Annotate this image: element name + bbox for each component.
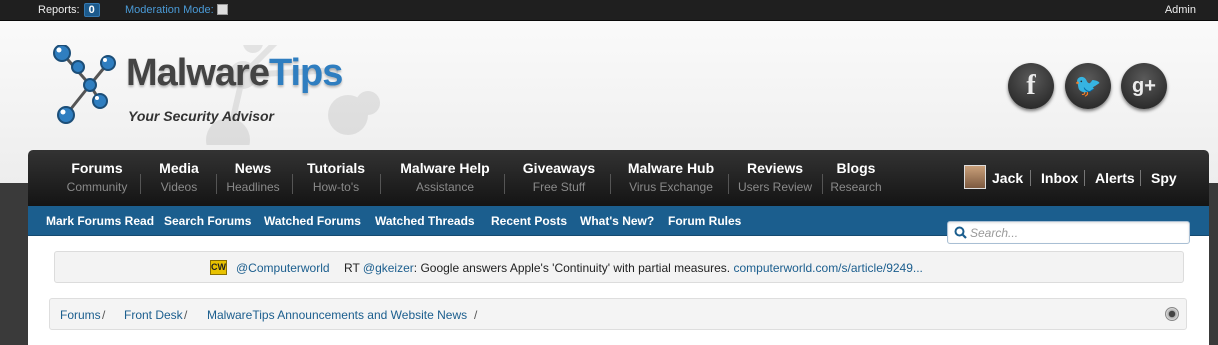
twitter-icon[interactable]: 🐦 bbox=[1065, 63, 1111, 109]
tab-title: Forums bbox=[71, 160, 123, 176]
tab-title: Media bbox=[159, 160, 199, 176]
breadcrumb-separator: / bbox=[474, 308, 478, 322]
tab-divider bbox=[822, 174, 823, 194]
tab-subtitle: Videos bbox=[160, 180, 198, 194]
breadcrumb-announcements[interactable]: MalwareTips Announcements and Website Ne… bbox=[207, 308, 467, 322]
site-logo[interactable]: MalwareTips Your Security Advisor bbox=[48, 45, 388, 145]
user-links-divider bbox=[1140, 170, 1141, 186]
tab-blogs[interactable]: Blogs Research bbox=[828, 158, 884, 198]
tab-title: Reviews bbox=[746, 160, 804, 176]
admin-link[interactable]: Admin bbox=[1165, 3, 1196, 17]
tab-title: News bbox=[234, 160, 272, 176]
logo-word-main: Malware bbox=[126, 52, 270, 94]
reports-link[interactable]: Reports: 0 bbox=[38, 3, 100, 17]
spy-link[interactable]: Spy bbox=[1151, 168, 1177, 188]
tab-subtitle: Free Stuff bbox=[532, 180, 586, 194]
search-forums-link[interactable]: Search Forums bbox=[164, 214, 251, 229]
tab-divider bbox=[216, 174, 217, 194]
breadcrumb-separator: / bbox=[184, 308, 188, 322]
breadcrumb-forums[interactable]: Forums bbox=[60, 308, 101, 322]
logo-tagline: Your Security Advisor bbox=[128, 108, 275, 124]
tweet-rt: RT bbox=[344, 261, 363, 275]
tweet-mention-link[interactable]: @gkeizer bbox=[363, 261, 414, 275]
ticker-handle-link[interactable]: @Computerworld bbox=[236, 261, 330, 275]
tab-title: Giveaways bbox=[522, 160, 596, 176]
tab-title: Blogs bbox=[836, 160, 876, 176]
tab-forums[interactable]: Forums Community bbox=[64, 158, 141, 198]
tab-malware-help[interactable]: Malware Help Assistance bbox=[396, 158, 505, 198]
tab-media[interactable]: Media Videos bbox=[152, 158, 217, 198]
tab-malware-hub[interactable]: Malware Hub Virus Exchange bbox=[624, 158, 729, 198]
tab-news[interactable]: News Headlines bbox=[224, 158, 293, 198]
search-input[interactable]: Search... bbox=[947, 221, 1190, 244]
tab-tutorials[interactable]: Tutorials How-to's bbox=[302, 158, 381, 198]
tab-reviews[interactable]: Reviews Users Review bbox=[738, 158, 823, 198]
tab-subtitle: Headlines bbox=[226, 180, 280, 194]
reports-count-badge: 0 bbox=[83, 3, 100, 17]
alerts-link[interactable]: Alerts bbox=[1095, 168, 1135, 188]
tab-giveaways[interactable]: Giveaways Free Stuff bbox=[518, 158, 611, 198]
admin-bar: Reports: 0 Moderation Mode: Admin bbox=[0, 0, 1218, 21]
breadcrumb: Forums / Front Desk / MalwareTips Announ… bbox=[49, 298, 1187, 330]
google-plus-icon[interactable]: g+ bbox=[1121, 63, 1167, 109]
tab-subtitle: Virus Exchange bbox=[629, 180, 713, 194]
whats-new-link[interactable]: What's New? bbox=[580, 214, 654, 229]
tweet-url-link[interactable]: computerworld.com/s/article/9249... bbox=[733, 261, 922, 275]
tab-subtitle: Community bbox=[66, 180, 128, 194]
recent-posts-link[interactable]: Recent Posts bbox=[491, 214, 567, 229]
tab-subtitle: How-to's bbox=[312, 180, 360, 194]
tweet-text: : Google answers Apple's 'Continuity' wi… bbox=[413, 261, 734, 275]
tab-divider bbox=[380, 174, 381, 194]
tab-divider bbox=[140, 174, 141, 194]
tab-divider bbox=[292, 174, 293, 194]
watched-threads-link[interactable]: Watched Threads bbox=[375, 214, 475, 229]
user-menu-link[interactable]: Jack bbox=[992, 168, 1023, 188]
main-navigation: Forums Community Media Videos News Headl… bbox=[28, 150, 1209, 206]
moderation-mode-toggle[interactable]: Moderation Mode: bbox=[125, 3, 228, 17]
inbox-link[interactable]: Inbox bbox=[1041, 168, 1078, 188]
ticker-tweet: RT @gkeizer: Google answers Apple's 'Con… bbox=[344, 261, 923, 275]
facebook-icon[interactable]: f bbox=[1008, 63, 1054, 109]
user-links-divider bbox=[1084, 170, 1085, 186]
mark-forums-read-link[interactable]: Mark Forums Read bbox=[46, 214, 154, 229]
avatar[interactable] bbox=[964, 165, 986, 189]
logo-word-accent: Tips bbox=[268, 52, 343, 94]
search-icon bbox=[954, 226, 967, 239]
tab-subtitle: Assistance bbox=[415, 180, 475, 194]
breadcrumb-separator: / bbox=[102, 308, 106, 322]
computerworld-logo-icon: CW bbox=[210, 260, 227, 275]
moderation-mode-checkbox[interactable] bbox=[216, 4, 228, 15]
tab-subtitle: Users Review bbox=[738, 180, 813, 194]
tab-title: Malware Help bbox=[400, 160, 490, 176]
tab-title: Tutorials bbox=[306, 160, 366, 176]
user-links-divider bbox=[1030, 170, 1031, 186]
breadcrumb-front-desk[interactable]: Front Desk bbox=[124, 308, 183, 322]
watched-forums-link[interactable]: Watched Forums bbox=[264, 214, 361, 229]
reports-label: Reports: bbox=[38, 4, 80, 16]
jump-to-icon[interactable] bbox=[1165, 307, 1179, 321]
moderation-mode-label: Moderation Mode: bbox=[125, 4, 214, 16]
forum-rules-link[interactable]: Forum Rules bbox=[668, 214, 741, 229]
page-content: CW @Computerworld RT @gkeizer: Google an… bbox=[28, 236, 1209, 345]
tab-title: Malware Hub bbox=[627, 160, 715, 176]
tab-divider bbox=[610, 174, 611, 194]
search-placeholder: Search... bbox=[970, 226, 1019, 240]
logo-wordmark: MalwareTips bbox=[126, 51, 343, 95]
twitter-ticker: CW @Computerworld RT @gkeizer: Google an… bbox=[54, 251, 1184, 283]
tab-divider bbox=[728, 174, 729, 194]
tab-divider bbox=[504, 174, 505, 194]
tab-subtitle: Research bbox=[830, 180, 882, 194]
